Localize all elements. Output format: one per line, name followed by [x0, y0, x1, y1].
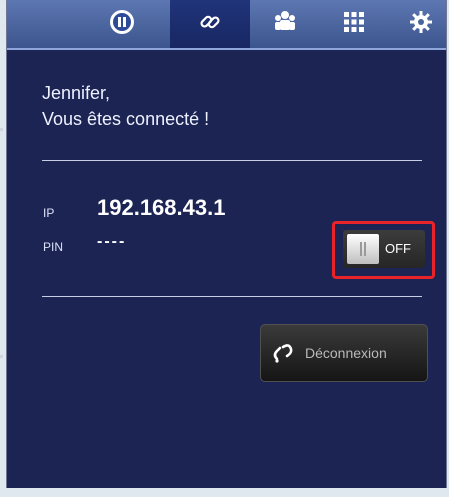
pin-label: PIN	[43, 240, 64, 254]
ip-label: IP	[43, 206, 55, 220]
connection-toggle[interactable]: OFF	[343, 230, 425, 268]
tab-link[interactable]	[170, 0, 250, 48]
link-icon	[269, 339, 297, 372]
greeting: Jennifer, Vous êtes connecté !	[42, 80, 209, 132]
tab-bar	[7, 0, 446, 50]
pin-value: ----	[97, 233, 127, 250]
ip-value: 192.168.43.1	[97, 195, 226, 220]
gear-icon	[409, 10, 433, 39]
greeting-name: Jennifer,	[42, 83, 111, 103]
edge-mark	[0, 355, 3, 358]
connection-panel: Jennifer, Vous êtes connecté ! IP 192.16…	[6, 0, 447, 488]
toggle-label: OFF	[385, 241, 411, 256]
tab-pause[interactable]	[89, 0, 155, 48]
users-icon	[272, 9, 298, 40]
toggle-knob[interactable]	[347, 234, 379, 264]
tab-grid[interactable]	[323, 0, 385, 48]
link-icon	[197, 9, 223, 40]
disconnect-button[interactable]: Déconnexion	[260, 324, 428, 382]
greeting-status: Vous êtes connecté !	[42, 109, 210, 129]
disconnect-label: Déconnexion	[305, 345, 387, 361]
grid-icon	[342, 10, 366, 39]
tab-users[interactable]	[257, 0, 313, 48]
edge-mark	[0, 128, 3, 131]
divider-top	[42, 160, 422, 161]
divider-bottom	[42, 296, 422, 297]
tab-settings[interactable]	[397, 0, 445, 48]
pause-icon	[109, 9, 135, 40]
